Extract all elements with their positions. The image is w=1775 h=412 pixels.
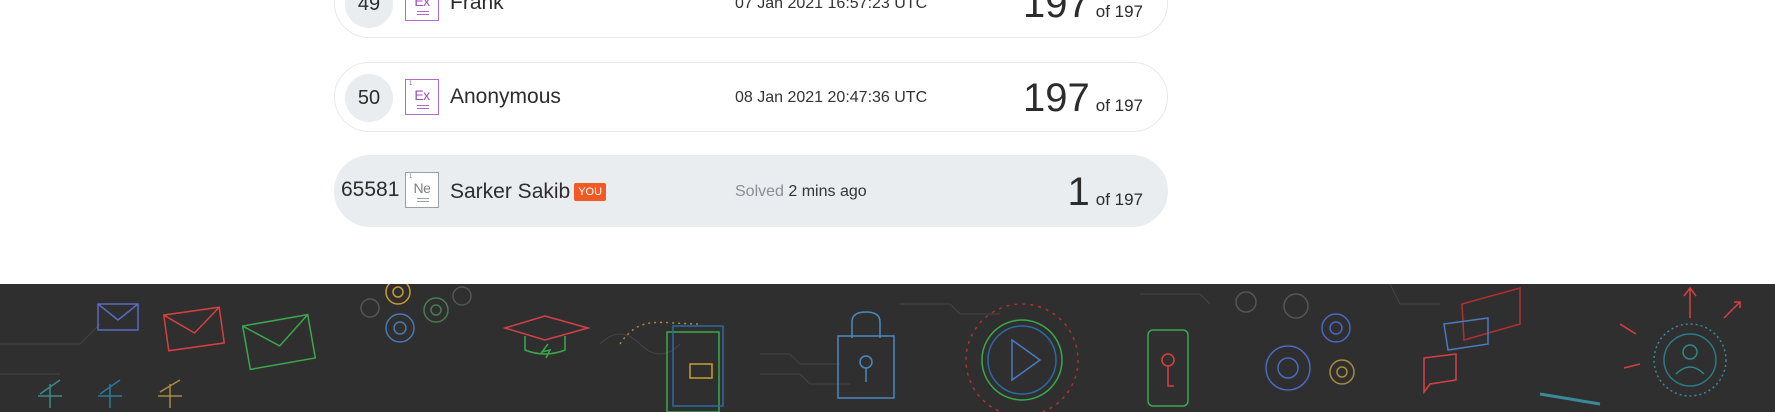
rank-number: 49: [357, 0, 381, 15]
gear-icon: [423, 297, 449, 323]
footer-illustration: [0, 284, 1741, 412]
footer-illustration-banner: [0, 284, 1775, 412]
score-total: of 197: [1095, 2, 1143, 21]
envelope-icon: [97, 303, 139, 331]
current-user-row: 65581 1 Ne Sarker Sakib YOU Solved 2 mins…: [334, 155, 1168, 227]
score: 197 of 197: [1023, 0, 1143, 27]
gear-icon: [1265, 313, 1351, 391]
score-total: of 197: [1095, 96, 1143, 115]
element-symbol: Ne: [413, 180, 431, 196]
element-avatar-icon: 1 Ne: [405, 172, 439, 208]
rank-number: 50: [357, 86, 381, 109]
gear-icon: [360, 286, 472, 318]
padlock-icon: [837, 311, 895, 399]
gear-icon: [385, 284, 411, 305]
solved-date: 08 Jan 2021 20:47:36 UTC: [735, 89, 928, 106]
rank-number: 65581: [341, 178, 400, 201]
solved-label: Solved: [735, 183, 784, 200]
user-icon: [1619, 286, 1741, 397]
rank-badge: 50: [345, 74, 393, 122]
solved-date: 07 Jan 2021 16:57:23 UTC: [735, 0, 928, 12]
score: 1 of 197: [1067, 169, 1143, 215]
rank-badge: 49: [345, 0, 393, 28]
solved-time: Solved 2 mins ago: [735, 183, 867, 201]
element-symbol: Ex: [414, 87, 430, 103]
score-total: of 197: [1095, 190, 1143, 209]
leaderboard-row: 50 1 Ex Anonymous 08 Jan 2021 20:47:36 U…: [334, 62, 1168, 132]
phone-icon: [1147, 329, 1189, 407]
graduation-cap-icon: [502, 315, 591, 341]
book-icon: [666, 325, 724, 412]
envelope-icon: [241, 313, 317, 371]
score-value: 1: [1067, 170, 1090, 214]
gear-icon: [385, 313, 415, 343]
you-badge: YOU: [574, 183, 607, 201]
user-name[interactable]: Sarker Sakib YOU: [450, 180, 607, 204]
score-value: 197: [1022, 76, 1090, 120]
element-symbol: Ex: [414, 0, 430, 9]
envelope-icon: [162, 306, 226, 352]
user-name[interactable]: Frank: [450, 0, 504, 15]
user-name-text: Sarker Sakib: [450, 180, 571, 203]
leaderboard-row: 49 1 Ex Frank 07 Jan 2021 16:57:23 UTC 1…: [334, 0, 1168, 38]
score-value: 197: [1022, 0, 1090, 26]
score: 197 of 197: [1023, 75, 1143, 121]
element-avatar-icon: 1 Ex: [405, 0, 439, 21]
element-avatar-icon: 1 Ex: [405, 79, 439, 115]
play-icon: [965, 303, 1079, 412]
gear-icon: [1329, 359, 1355, 385]
solved-ago: 2 mins ago: [788, 183, 867, 200]
user-name[interactable]: Anonymous: [450, 85, 561, 109]
